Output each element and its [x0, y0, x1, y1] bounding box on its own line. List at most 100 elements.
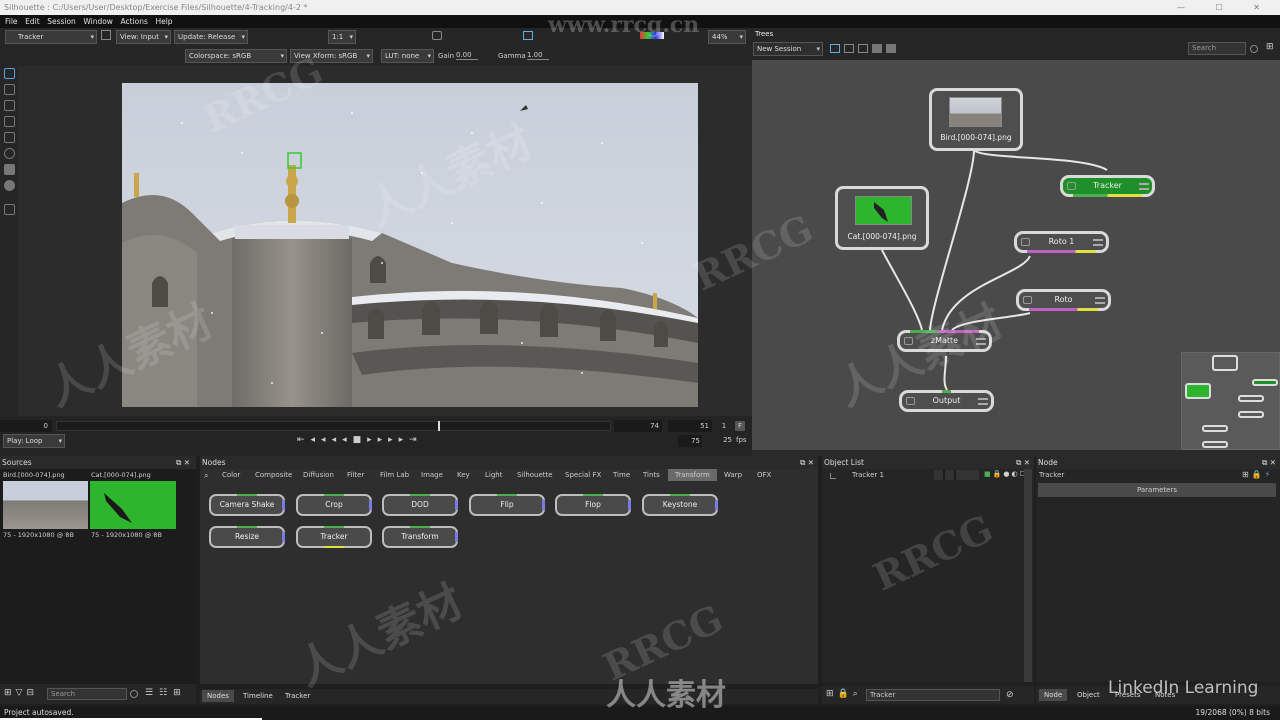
cat-specialfx[interactable]: Special FX [565, 469, 601, 481]
node-btn-dod[interactable]: DOD [382, 494, 458, 516]
select-tool-icon[interactable] [4, 68, 15, 79]
fps-field[interactable]: 25 [708, 436, 732, 444]
tab-timeline[interactable]: Timeline [238, 690, 278, 702]
menu-edit[interactable]: Edit [25, 17, 40, 26]
source-bird-thumbnail[interactable] [3, 481, 88, 529]
gamma-field[interactable]: 1.00 [527, 51, 549, 60]
node-graph-minimap[interactable] [1181, 352, 1280, 450]
camera-icon[interactable] [432, 31, 442, 40]
node-zmatte[interactable]: zMatte [897, 330, 992, 352]
menu-help[interactable]: Help [155, 17, 172, 26]
zoom-select[interactable]: 44% [708, 30, 746, 44]
nodes-close-icon[interactable]: ⧉ ✕ [800, 456, 814, 469]
sources-close-icon[interactable]: ⧉ ✕ [176, 456, 190, 469]
bspline-tool-icon[interactable] [4, 100, 15, 111]
square-tool-icon[interactable] [4, 164, 15, 175]
node-btn-keystone[interactable]: Keystone [642, 494, 718, 516]
node-btn-flip[interactable]: Flip [469, 494, 545, 516]
sources-search-clear-icon[interactable] [130, 690, 138, 698]
trees-search-input[interactable]: Search [1188, 42, 1246, 55]
search-clear-icon[interactable] [1250, 45, 1258, 53]
object-name-field[interactable]: Tracker [866, 689, 1000, 701]
cat-composite[interactable]: Composite [255, 469, 292, 481]
node-cat[interactable]: Cat.[000-074].png [835, 186, 929, 250]
node-roto1[interactable]: Roto 1 [1014, 231, 1109, 253]
sources-view-icons[interactable]: ☰☷⊞ [145, 688, 187, 698]
circle-tool-icon[interactable] [4, 148, 15, 159]
node-graph[interactable]: Bird.[000-074].png Cat.[000-074].png Tra… [752, 60, 1280, 450]
node-roto[interactable]: Roto [1016, 289, 1111, 311]
start-frame-field[interactable]: 0 [0, 420, 52, 432]
nodes-search-icon[interactable]: ⌕ [204, 471, 208, 481]
grid-tool-icon[interactable] [4, 204, 15, 215]
node-btn-camera-shake[interactable]: Camera Shake [209, 494, 285, 516]
parameters-header[interactable]: Parameters [1038, 483, 1276, 497]
tab-notes[interactable]: Notes [1150, 689, 1180, 701]
menu-window[interactable]: Window [83, 17, 113, 26]
cat-key[interactable]: Key [457, 469, 470, 481]
ellipse-tool-icon[interactable] [4, 180, 15, 191]
session-select[interactable]: New Session [753, 42, 823, 56]
object-add-icons[interactable]: ⊞🔒⌕ [826, 689, 862, 699]
colorspace-select[interactable]: Colorspace: sRGB [185, 49, 287, 63]
out-frame-field[interactable]: 51 [668, 420, 712, 432]
tab-nodes[interactable]: Nodes [202, 690, 234, 702]
timeline-scrubber[interactable] [56, 421, 611, 431]
end-frame-field[interactable]: 75 [678, 435, 702, 447]
menu-actions[interactable]: Actions [120, 17, 147, 26]
cat-ofx[interactable]: OFX [757, 469, 771, 481]
sources-tool-icons[interactable]: ⊞▽⊟ [4, 688, 38, 698]
tree-view-icon[interactable] [830, 44, 840, 53]
source-cat-thumbnail[interactable] [90, 481, 176, 529]
view-select[interactable]: View: Input [116, 30, 171, 44]
transform-tool-icon[interactable] [4, 84, 15, 95]
tab-tracker[interactable]: Tracker [280, 690, 315, 702]
node-btn-resize[interactable]: Resize [209, 526, 285, 548]
tab-presets[interactable]: Presets [1110, 689, 1145, 701]
window-controls[interactable]: — ☐ ✕ [1177, 0, 1274, 15]
cat-filter[interactable]: Filter [347, 469, 364, 481]
sources-search-input[interactable]: Search [47, 688, 127, 700]
node-panel-close-icon[interactable]: ⧉ ✕ [1262, 456, 1276, 469]
bezier-tool-icon[interactable] [4, 116, 15, 127]
node-btn-flop[interactable]: Flop [555, 494, 631, 516]
playhead[interactable] [438, 421, 440, 431]
gain-field[interactable]: 0.00 [456, 51, 478, 60]
tree-folder-icon[interactable] [872, 44, 882, 53]
object-list-scrollbar[interactable] [1024, 469, 1032, 682]
object-channel-boxes[interactable] [934, 470, 979, 480]
node-tracker[interactable]: Tracker [1060, 175, 1155, 197]
viewer-image[interactable] [122, 83, 698, 407]
object-item-tracker1[interactable]: Tracker 1 [852, 471, 884, 479]
tree-save-icon[interactable] [886, 44, 896, 53]
update-select[interactable]: Update: Release [174, 30, 248, 44]
tree-wand-icon[interactable] [858, 44, 868, 53]
view-xform-select[interactable]: View Xform: sRGB [290, 49, 373, 63]
cat-filmlab[interactable]: Film Lab [380, 469, 409, 481]
cat-transform[interactable]: Transform [668, 469, 717, 481]
menu-session[interactable]: Session [47, 17, 76, 26]
cat-light[interactable]: Light [485, 469, 502, 481]
cat-time[interactable]: Time [613, 469, 630, 481]
object-list-close-icon[interactable]: ⧉ ✕ [1016, 456, 1030, 469]
frame-flag[interactable]: F [735, 421, 745, 431]
object-delete-icon[interactable]: ⊘ [1006, 690, 1014, 700]
cat-diffusion[interactable]: Diffusion [303, 469, 334, 481]
ratio-select[interactable]: 1:1 [328, 30, 356, 44]
node-output[interactable]: Output [899, 390, 994, 412]
tree-expander[interactable] [830, 473, 836, 479]
cat-tints[interactable]: Tints [643, 469, 660, 481]
transport-controls[interactable]: ⇤◂◂◂◂■▸▸▸▸⇥ [297, 435, 423, 445]
tab-object[interactable]: Object [1072, 689, 1105, 701]
menu-file[interactable]: File [5, 17, 18, 26]
node-panel-tool-icons[interactable]: ⊞🔒⚡ [1242, 470, 1273, 479]
cat-image[interactable]: Image [421, 469, 443, 481]
object-visibility-icons[interactable]: ■🔒●◐☐ [984, 470, 1028, 478]
tab-node[interactable]: Node [1039, 689, 1068, 701]
monitor-icon[interactable] [523, 31, 533, 40]
tool-select[interactable]: Tracker [5, 30, 97, 44]
xspline-tool-icon[interactable] [4, 132, 15, 143]
node-bird[interactable]: Bird.[000-074].png [929, 88, 1023, 151]
cat-color[interactable]: Color [222, 469, 240, 481]
cat-silhouette[interactable]: Silhouette [517, 469, 553, 481]
